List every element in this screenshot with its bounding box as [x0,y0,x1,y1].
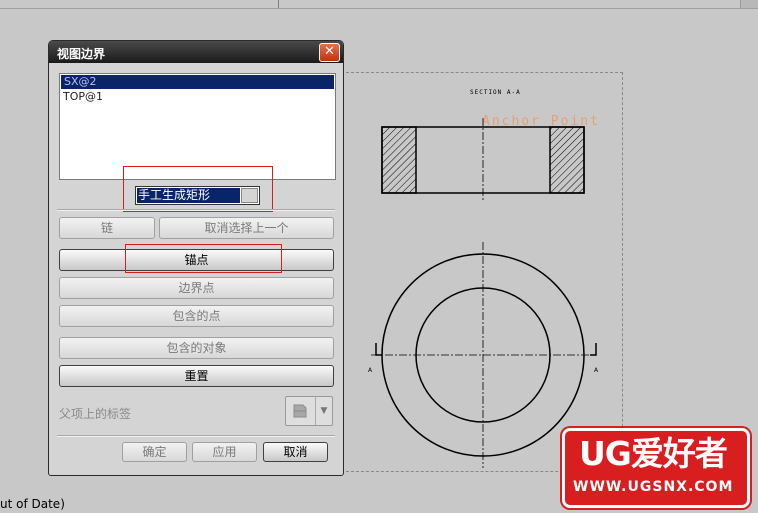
reset-button[interactable]: 重置 [59,365,334,387]
included-objects-button[interactable]: 包含的对象 [59,337,334,359]
view-boundary-dialog: 视图边界 ✕ SX@2 TOP@1 手工生成矩形 链 取消选择上一个 锚点 边界… [48,40,344,476]
divider [57,209,335,211]
dialog-title: 视图边界 [57,47,106,61]
watermark-brand: UG爱好者 [579,434,728,473]
toolbar-corner [740,0,758,8]
chevron-down-icon[interactable]: ▼ [315,397,332,425]
section-title: SECTION A-A [470,89,521,96]
chevron-down-icon[interactable] [241,188,258,203]
list-item[interactable]: TOP@1 [60,90,335,104]
highlight-box-anchor [125,244,282,273]
label-icon [293,404,307,418]
boundary-point-button[interactable]: 边界点 [59,277,334,299]
divider [57,435,335,437]
parent-label-caption: 父项上的标签 [59,407,132,421]
parent-label-select[interactable]: ▼ [285,396,333,426]
deselect-last-button[interactable]: 取消选择上一个 [159,217,334,239]
toolbar-divider [278,0,279,8]
drawing-view[interactable]: A A [346,100,622,480]
watermark-url: WWW.UGSNX.COM [573,479,734,495]
apply-button[interactable]: 应用 [192,442,257,462]
section-view [381,118,585,202]
boundary-mode-value: 手工生成矩形 [137,188,240,203]
cancel-button[interactable]: 取消 [263,442,328,462]
status-bar-text: ut of Date) [0,497,65,511]
dialog-titlebar[interactable]: 视图边界 ✕ [49,41,343,63]
boundary-mode-select[interactable]: 手工生成矩形 [135,186,260,205]
section-marker-left: A [368,367,373,374]
section-marker-right: A [594,367,599,374]
close-icon[interactable]: ✕ [319,43,340,62]
chain-button[interactable]: 链 [59,217,155,239]
ok-button[interactable]: 确定 [122,442,187,462]
included-points-button[interactable]: 包含的点 [59,305,334,327]
watermark-logo: UG爱好者 WWW.UGSNX.COM [562,428,750,508]
list-item[interactable]: SX@2 [61,75,334,89]
top-toolbar-strip [0,0,758,9]
view-list[interactable]: SX@2 TOP@1 [59,73,336,180]
